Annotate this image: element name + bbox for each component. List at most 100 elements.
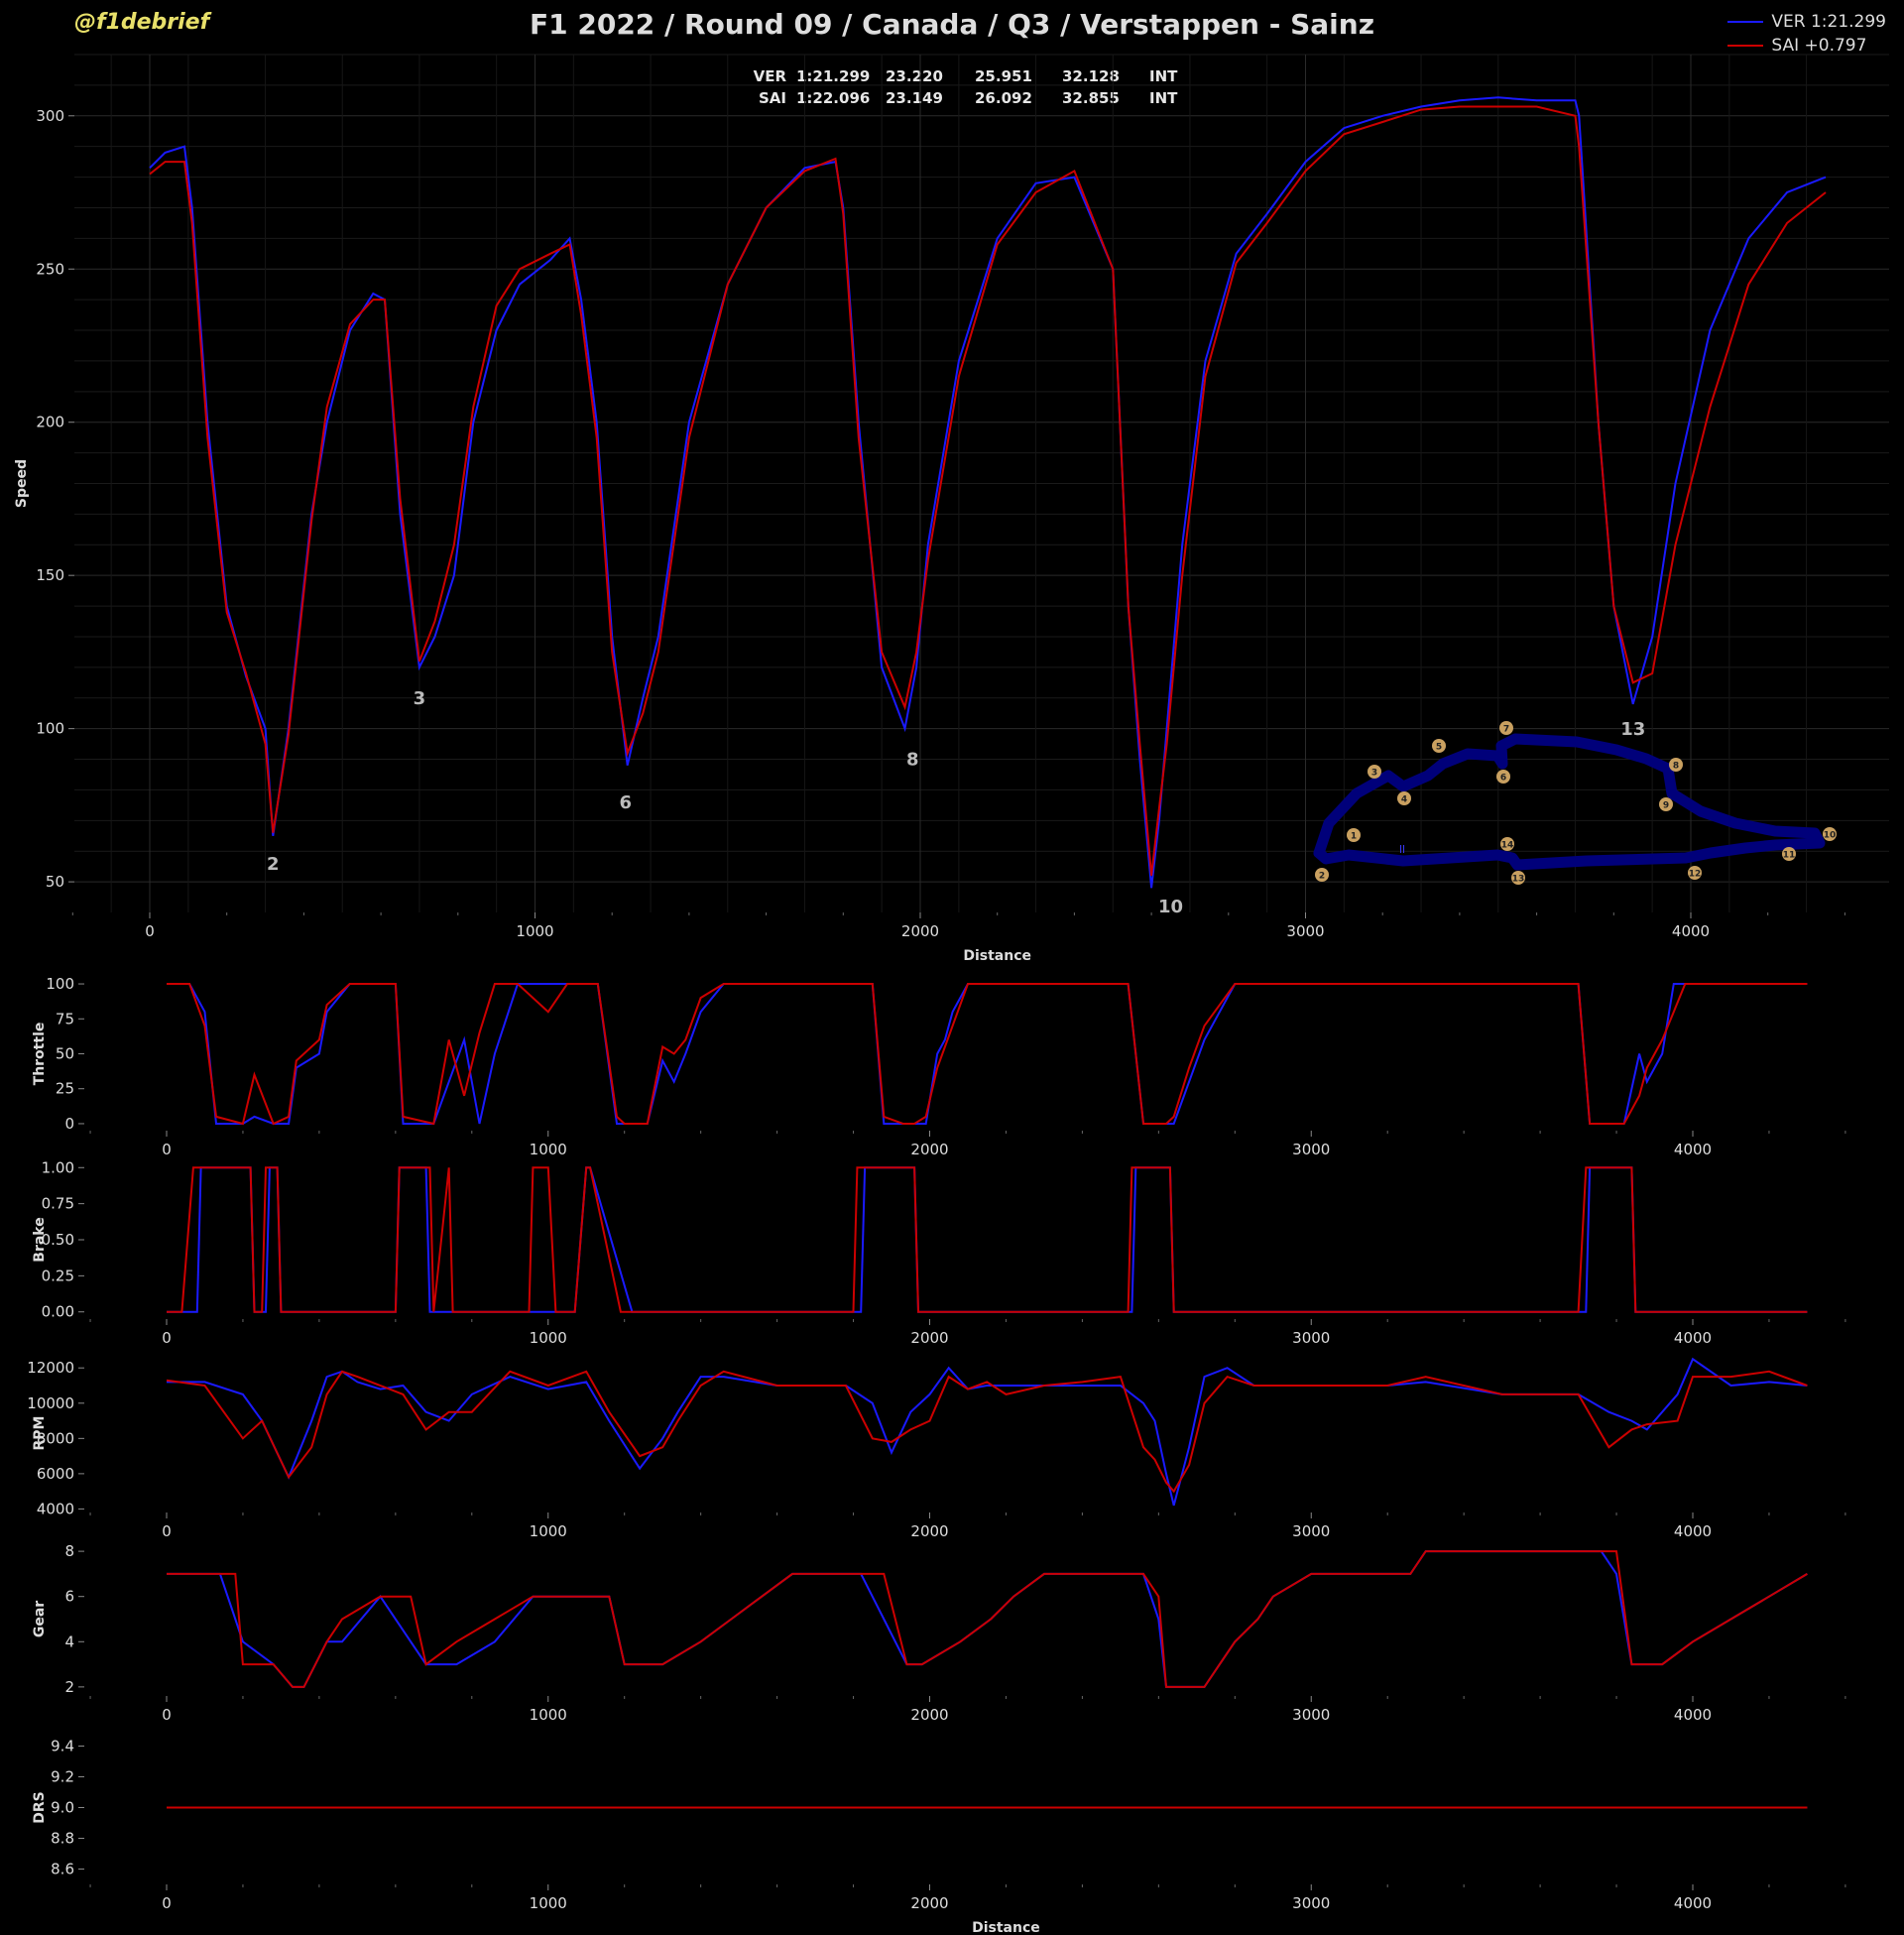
- series-line-ver: [149, 96, 1827, 889]
- x-tick-label: 2000: [910, 1329, 948, 1347]
- panel-brake: 0.000.250.500.751.000 1000 2000 3000 4000Bra…: [32, 1158, 1846, 1347]
- y-tick-label: 9.4: [51, 1738, 74, 1755]
- corner-label: 13: [1620, 719, 1645, 740]
- y-tick-label: 9.2: [51, 1768, 74, 1786]
- y-axis-label: Brake: [32, 1217, 48, 1262]
- x-axis-label: Distance: [972, 1920, 1040, 1935]
- y-tick-label: 10000: [27, 1394, 74, 1412]
- track-outline: [1313, 733, 1826, 871]
- x-tick-label: 4000: [1674, 1329, 1712, 1347]
- x-tick-label: 3000: [1292, 1329, 1330, 1347]
- panel-rpm: 40006000800010000120000 1000 2000 3000 4000R…: [27, 1357, 1846, 1540]
- x-tick-label: 4000: [1674, 1706, 1712, 1724]
- x-tick-label: 2000: [901, 922, 939, 940]
- plot-canvas: 501001502002503000 1000 2000 3000 4000SpeedD…: [14, 54, 1889, 1935]
- turn-number: 6: [1500, 774, 1506, 784]
- corner-label: 6: [620, 792, 633, 813]
- series-line-sai: [149, 105, 1827, 877]
- x-tick-label: 3000: [1292, 1141, 1330, 1158]
- corner-label: 3: [414, 688, 426, 709]
- panel-gear: 2 4 6 8 0 1000 2000 3000 4000 Gear: [32, 1542, 1846, 1724]
- y-tick-label: 100: [36, 720, 64, 738]
- y-tick-label: 50: [56, 1045, 74, 1063]
- y-tick-label: 0.75: [42, 1195, 74, 1213]
- x-tick-label: 2000: [910, 1706, 948, 1724]
- turn-number: 9: [1663, 801, 1669, 811]
- y-tick-label: 100: [46, 975, 74, 993]
- y-tick-label: 2: [64, 1678, 74, 1696]
- x-tick-label: 0: [162, 1141, 172, 1158]
- turn-number: 12: [1689, 870, 1702, 880]
- corner-label: 2: [267, 854, 280, 875]
- y-axis-label: RPM: [32, 1416, 48, 1451]
- turn-number: 1: [1351, 832, 1357, 842]
- y-axis-label: Gear: [32, 1601, 48, 1637]
- series-line-ver: [167, 1550, 1808, 1688]
- y-tick-label: 300: [36, 107, 64, 125]
- y-tick-label: 8.6: [51, 1861, 74, 1878]
- y-axis-label: DRS: [32, 1791, 48, 1823]
- x-tick-label: 1000: [530, 1706, 567, 1724]
- telemetry-figure: @f1debrief F1 2022 / Round 09 / Canada /…: [0, 0, 1904, 1935]
- series-line-sai: [167, 1550, 1808, 1688]
- series-line-sai: [167, 983, 1808, 1126]
- y-tick-label: 8.8: [51, 1830, 74, 1848]
- y-tick-label: 250: [36, 260, 64, 278]
- y-tick-label: 75: [56, 1010, 74, 1028]
- series-line-sai: [167, 1166, 1808, 1313]
- y-tick-label: 25: [56, 1080, 74, 1098]
- y-axis-label: Speed: [14, 459, 30, 508]
- y-tick-label: 12000: [27, 1359, 74, 1377]
- y-tick-label: 1.00: [42, 1158, 74, 1176]
- y-tick-label: 50: [46, 873, 64, 891]
- y-axis-label: Throttle: [32, 1023, 48, 1086]
- x-tick-label: 4000: [1674, 1894, 1712, 1912]
- y-tick-label: 9.0: [51, 1799, 74, 1817]
- x-tick-label: 2000: [910, 1894, 948, 1912]
- turn-number: 8: [1673, 762, 1679, 772]
- turn-number: 4: [1401, 795, 1407, 805]
- turn-number: 11: [1783, 851, 1796, 861]
- x-tick-label: 1000: [530, 1894, 567, 1912]
- x-tick-label: 3000: [1292, 1894, 1330, 1912]
- y-tick-label: 6000: [37, 1465, 74, 1483]
- y-tick-label: 0.00: [42, 1303, 74, 1321]
- turn-number: 13: [1512, 875, 1525, 885]
- series-line-ver: [167, 983, 1808, 1125]
- x-tick-label: 2000: [910, 1141, 948, 1158]
- turn-number: 3: [1371, 769, 1377, 779]
- x-tick-label: 0: [162, 1706, 172, 1724]
- x-tick-label: 2000: [910, 1522, 948, 1540]
- x-tick-label: 0: [162, 1894, 172, 1912]
- panel-throttle: 02550751000 1000 2000 3000 4000Throttle: [32, 975, 1846, 1158]
- track-map: 1234567891011121314ll: [1313, 721, 1837, 885]
- panel-speed: 501001502002503000 1000 2000 3000 4000SpeedD…: [14, 54, 1889, 964]
- x-tick-label: 4000: [1674, 1522, 1712, 1540]
- y-tick-label: 0: [64, 1115, 74, 1133]
- series-line-sai: [166, 1370, 1808, 1494]
- series-line-ver: [167, 1166, 1808, 1313]
- corner-label: 8: [906, 750, 919, 771]
- start-marker: ll: [1399, 843, 1405, 856]
- x-tick-label: 3000: [1292, 1522, 1330, 1540]
- x-tick-label: 1000: [530, 1522, 567, 1540]
- x-tick-label: 1000: [516, 922, 553, 940]
- y-tick-label: 8: [64, 1542, 74, 1560]
- y-tick-label: 200: [36, 414, 64, 431]
- x-tick-label: 1000: [530, 1141, 567, 1158]
- turn-number: 5: [1436, 743, 1442, 753]
- x-tick-label: 0: [162, 1522, 172, 1540]
- y-tick-label: 4000: [37, 1500, 74, 1517]
- turn-number: 7: [1503, 725, 1509, 735]
- x-tick-label: 4000: [1674, 1141, 1712, 1158]
- corner-label: 10: [1158, 897, 1183, 917]
- y-tick-label: 6: [64, 1588, 74, 1606]
- x-axis-label: Distance: [963, 948, 1031, 964]
- turn-number: 2: [1319, 872, 1325, 882]
- x-tick-label: 0: [162, 1329, 172, 1347]
- x-tick-label: 3000: [1286, 922, 1324, 940]
- y-tick-label: 150: [36, 566, 64, 584]
- x-tick-label: 4000: [1672, 922, 1710, 940]
- panel-drs: 8.6 8.8 9.0 9.2 9.4 0 1000 2000 3000 4000 DRS Dista…: [32, 1738, 1846, 1935]
- turn-number: 14: [1501, 841, 1514, 851]
